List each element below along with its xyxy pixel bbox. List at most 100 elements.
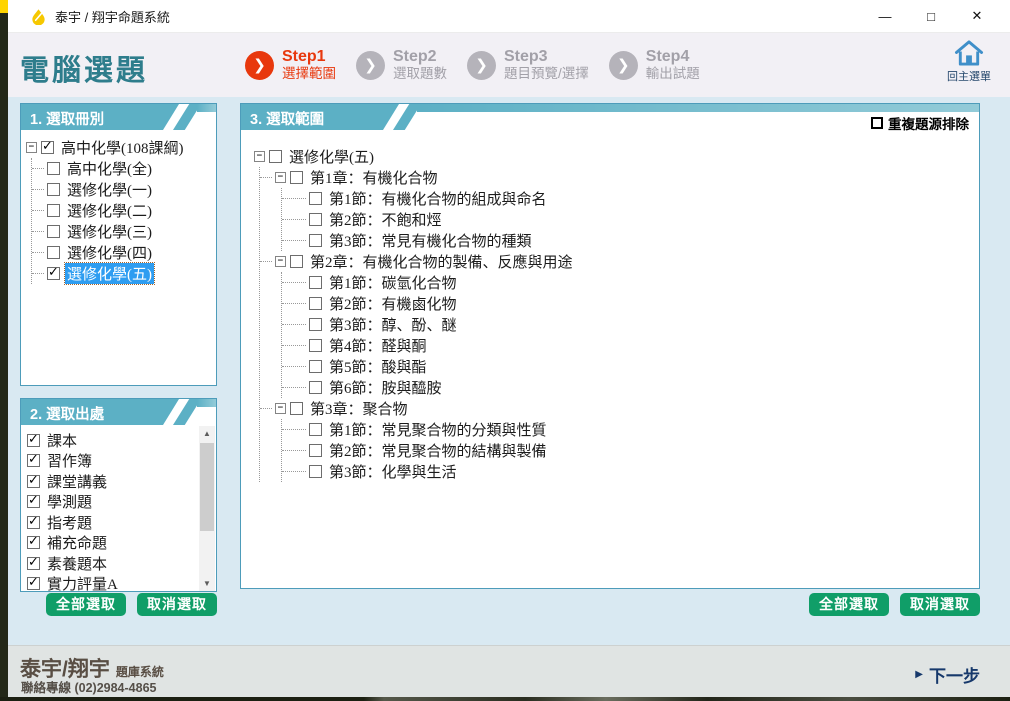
step-chevron-icon: ❯	[467, 51, 496, 80]
tree-connector	[282, 450, 306, 451]
section-label[interactable]: 第6節：胺與醯胺	[327, 377, 444, 398]
volume-checkbox[interactable]	[47, 246, 60, 259]
chapter-label[interactable]: 第1章：有機化合物	[308, 167, 440, 188]
source-label[interactable]: 課堂講義	[45, 471, 109, 492]
next-step-button[interactable]: ▶ 下一步	[915, 662, 980, 687]
section-checkbox[interactable]	[309, 192, 322, 205]
section-checkbox[interactable]	[309, 360, 322, 373]
source-checkbox[interactable]: ✓	[27, 434, 40, 447]
volume-label[interactable]: 選修化學(二)	[65, 200, 154, 221]
scroll-up-icon[interactable]: ▲	[199, 426, 215, 441]
collapse-toggle-icon[interactable]: −	[275, 403, 286, 414]
source-checkbox[interactable]: ✓	[27, 536, 40, 549]
scope-deselect-all-button[interactable]: 取消選取	[900, 593, 980, 616]
section-label[interactable]: 第5節：酸與酯	[327, 356, 429, 377]
section-checkbox[interactable]	[309, 234, 322, 247]
volume-checkbox[interactable]	[47, 183, 60, 196]
chapter-label[interactable]: 第2章：有機化合物的製備、反應與用途	[308, 251, 575, 272]
minimize-icon[interactable]: —	[862, 1, 908, 31]
volume-label[interactable]: 選修化學(三)	[65, 221, 154, 242]
scrollbar-thumb[interactable]	[200, 443, 214, 531]
section-checkbox[interactable]	[309, 297, 322, 310]
dedupe-checkbox[interactable]: 重複題源排除	[871, 113, 969, 133]
volume-checkbox[interactable]	[47, 162, 60, 175]
step-label: 輸出試題	[646, 66, 700, 82]
step-3[interactable]: ❯ Step3 題目預覽/選擇	[467, 48, 589, 82]
volume-root-label[interactable]: 高中化學(108課綱)	[59, 137, 186, 158]
scope-root-checkbox[interactable]	[269, 150, 282, 163]
section-label[interactable]: 第3節：化學與生活	[327, 461, 459, 482]
tree-row-root: − 選修化學(五)	[254, 146, 979, 167]
sources-deselect-all-button[interactable]: 取消選取	[137, 593, 217, 616]
source-label[interactable]: 素養題本	[45, 553, 109, 574]
volume-checkbox[interactable]: ✓	[47, 267, 60, 280]
collapse-toggle-icon[interactable]: −	[275, 256, 286, 267]
volume-label[interactable]: 選修化學(四)	[65, 242, 154, 263]
chapter-label[interactable]: 第3章：聚合物	[308, 398, 410, 419]
scope-select-all-button[interactable]: 全部選取	[809, 593, 889, 616]
section-label[interactable]: 第2節：不飽和烴	[327, 209, 444, 230]
step-4[interactable]: ❯ Step4 輸出試題	[609, 48, 700, 82]
section-label[interactable]: 第2節：有機鹵化物	[327, 293, 459, 314]
chapter-checkbox[interactable]	[290, 402, 303, 415]
section-checkbox[interactable]	[309, 381, 322, 394]
scrollbar[interactable]: ▲ ▼	[199, 426, 215, 591]
source-checkbox[interactable]: ✓	[27, 475, 40, 488]
close-icon[interactable]: ✕	[954, 1, 1000, 31]
section-checkbox[interactable]	[309, 444, 322, 457]
section-checkbox[interactable]	[309, 276, 322, 289]
source-label[interactable]: 補充命題	[45, 532, 109, 553]
volume-label[interactable]: 選修化學(五)	[65, 263, 154, 284]
source-label[interactable]: 習作簿	[45, 450, 94, 471]
sources-select-all-button[interactable]: 全部選取	[46, 593, 126, 616]
section-label[interactable]: 第2節：常見聚合物的結構與製備	[327, 440, 549, 461]
section-row: 第1節：碳氫化合物	[282, 272, 979, 293]
collapse-toggle-icon[interactable]: −	[275, 172, 286, 183]
source-checkbox[interactable]: ✓	[27, 516, 40, 529]
maximize-icon[interactable]: □	[908, 1, 954, 31]
section-row: 第2節：有機鹵化物	[282, 293, 979, 314]
section-checkbox[interactable]	[309, 465, 322, 478]
section-label[interactable]: 第4節：醛與酮	[327, 335, 429, 356]
scope-root-label[interactable]: 選修化學(五)	[287, 146, 376, 167]
source-label[interactable]: 學測題	[45, 491, 94, 512]
step-1[interactable]: ❯ Step1 選擇範圍	[245, 48, 336, 82]
tree-row: 高中化學(全)	[32, 158, 214, 179]
tree-row: 選修化學(一)	[32, 179, 214, 200]
source-label[interactable]: 實力評量A	[45, 573, 120, 592]
section-label[interactable]: 第1節：有機化合物的組成與命名	[327, 188, 549, 209]
section-row: 第3節：化學與生活	[282, 461, 979, 482]
collapse-toggle-icon[interactable]: −	[26, 142, 37, 153]
step-2[interactable]: ❯ Step2 選取題數	[356, 48, 447, 82]
chapter-checkbox[interactable]	[290, 255, 303, 268]
scroll-down-icon[interactable]: ▼	[199, 576, 215, 591]
source-row: ✓ 實力評量A	[27, 574, 214, 593]
source-checkbox[interactable]: ✓	[27, 454, 40, 467]
chapter-checkbox[interactable]	[290, 171, 303, 184]
volume-root-checkbox[interactable]: ✓	[41, 141, 54, 154]
section-label[interactable]: 第1節：常見聚合物的分類與性質	[327, 419, 549, 440]
check-icon: ✓	[28, 534, 39, 549]
source-checkbox[interactable]: ✓	[27, 557, 40, 570]
volume-label[interactable]: 選修化學(一)	[65, 179, 154, 200]
panel-scope: 3. 選取範圍 重複題源排除 −選修化學(五)−第1章：有機化合物第1節：有機化…	[240, 103, 980, 589]
source-checkbox[interactable]: ✓	[27, 495, 40, 508]
source-label[interactable]: 課本	[45, 430, 79, 451]
section-checkbox[interactable]	[309, 318, 322, 331]
section-checkbox[interactable]	[309, 213, 322, 226]
step-indicator: ❯ Step1 選擇範圍 ❯ Step2 選取題數 ❯ Step3 題目預覽/選…	[245, 33, 700, 97]
volume-checkbox[interactable]	[47, 204, 60, 217]
check-icon: ✓	[28, 555, 39, 570]
pen-icon	[30, 8, 47, 25]
section-checkbox[interactable]	[309, 339, 322, 352]
section-label[interactable]: 第3節：常見有機化合物的種類	[327, 230, 534, 251]
source-checkbox[interactable]: ✓	[27, 577, 40, 590]
section-label[interactable]: 第3節：醇、酚、醚	[327, 314, 459, 335]
volume-label[interactable]: 高中化學(全)	[65, 158, 154, 179]
home-button[interactable]: 回主選單	[940, 38, 998, 84]
volume-checkbox[interactable]	[47, 225, 60, 238]
source-label[interactable]: 指考題	[45, 512, 94, 533]
collapse-toggle-icon[interactable]: −	[254, 151, 265, 162]
section-checkbox[interactable]	[309, 423, 322, 436]
section-label[interactable]: 第1節：碳氫化合物	[327, 272, 459, 293]
